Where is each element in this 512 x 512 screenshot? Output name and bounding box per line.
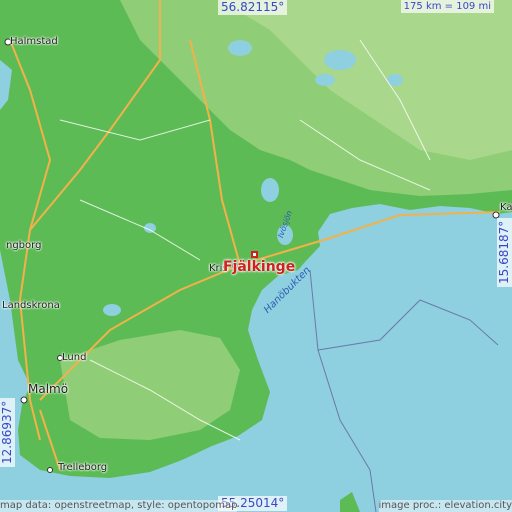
lake bbox=[261, 178, 279, 202]
lake bbox=[324, 50, 356, 70]
lake bbox=[228, 40, 252, 56]
place-trelleborg: Trelleborg bbox=[58, 462, 108, 473]
place-lund: Lund bbox=[62, 352, 87, 363]
lake bbox=[103, 304, 121, 316]
place-halmstad: Halmstad bbox=[10, 36, 58, 47]
processing-credit: image proc.: elevation.city bbox=[378, 500, 512, 512]
longitude-left-label: 12.86937° bbox=[0, 397, 15, 467]
map-credit: map data: openstreetmap, style: opentopo… bbox=[0, 500, 238, 512]
place-helsingborg: ngborg bbox=[6, 240, 42, 251]
target-place-label: Fjälkinge bbox=[223, 259, 296, 275]
place-landskrona: Landskrona bbox=[2, 300, 60, 311]
longitude-right-label: 15.68187° bbox=[497, 217, 512, 287]
location-marker[interactable] bbox=[251, 251, 258, 258]
latitude-top-label: 56.82115° bbox=[218, 0, 288, 15]
place-karlskrona: Ka bbox=[500, 202, 512, 213]
map-view[interactable]: 56.82115° 55.25014° 12.86937° 15.68187° … bbox=[0, 0, 512, 512]
place-malmo: Malmö bbox=[28, 382, 69, 396]
lake bbox=[315, 74, 335, 86]
scale-label: 175 km = 109 mi bbox=[400, 0, 494, 13]
